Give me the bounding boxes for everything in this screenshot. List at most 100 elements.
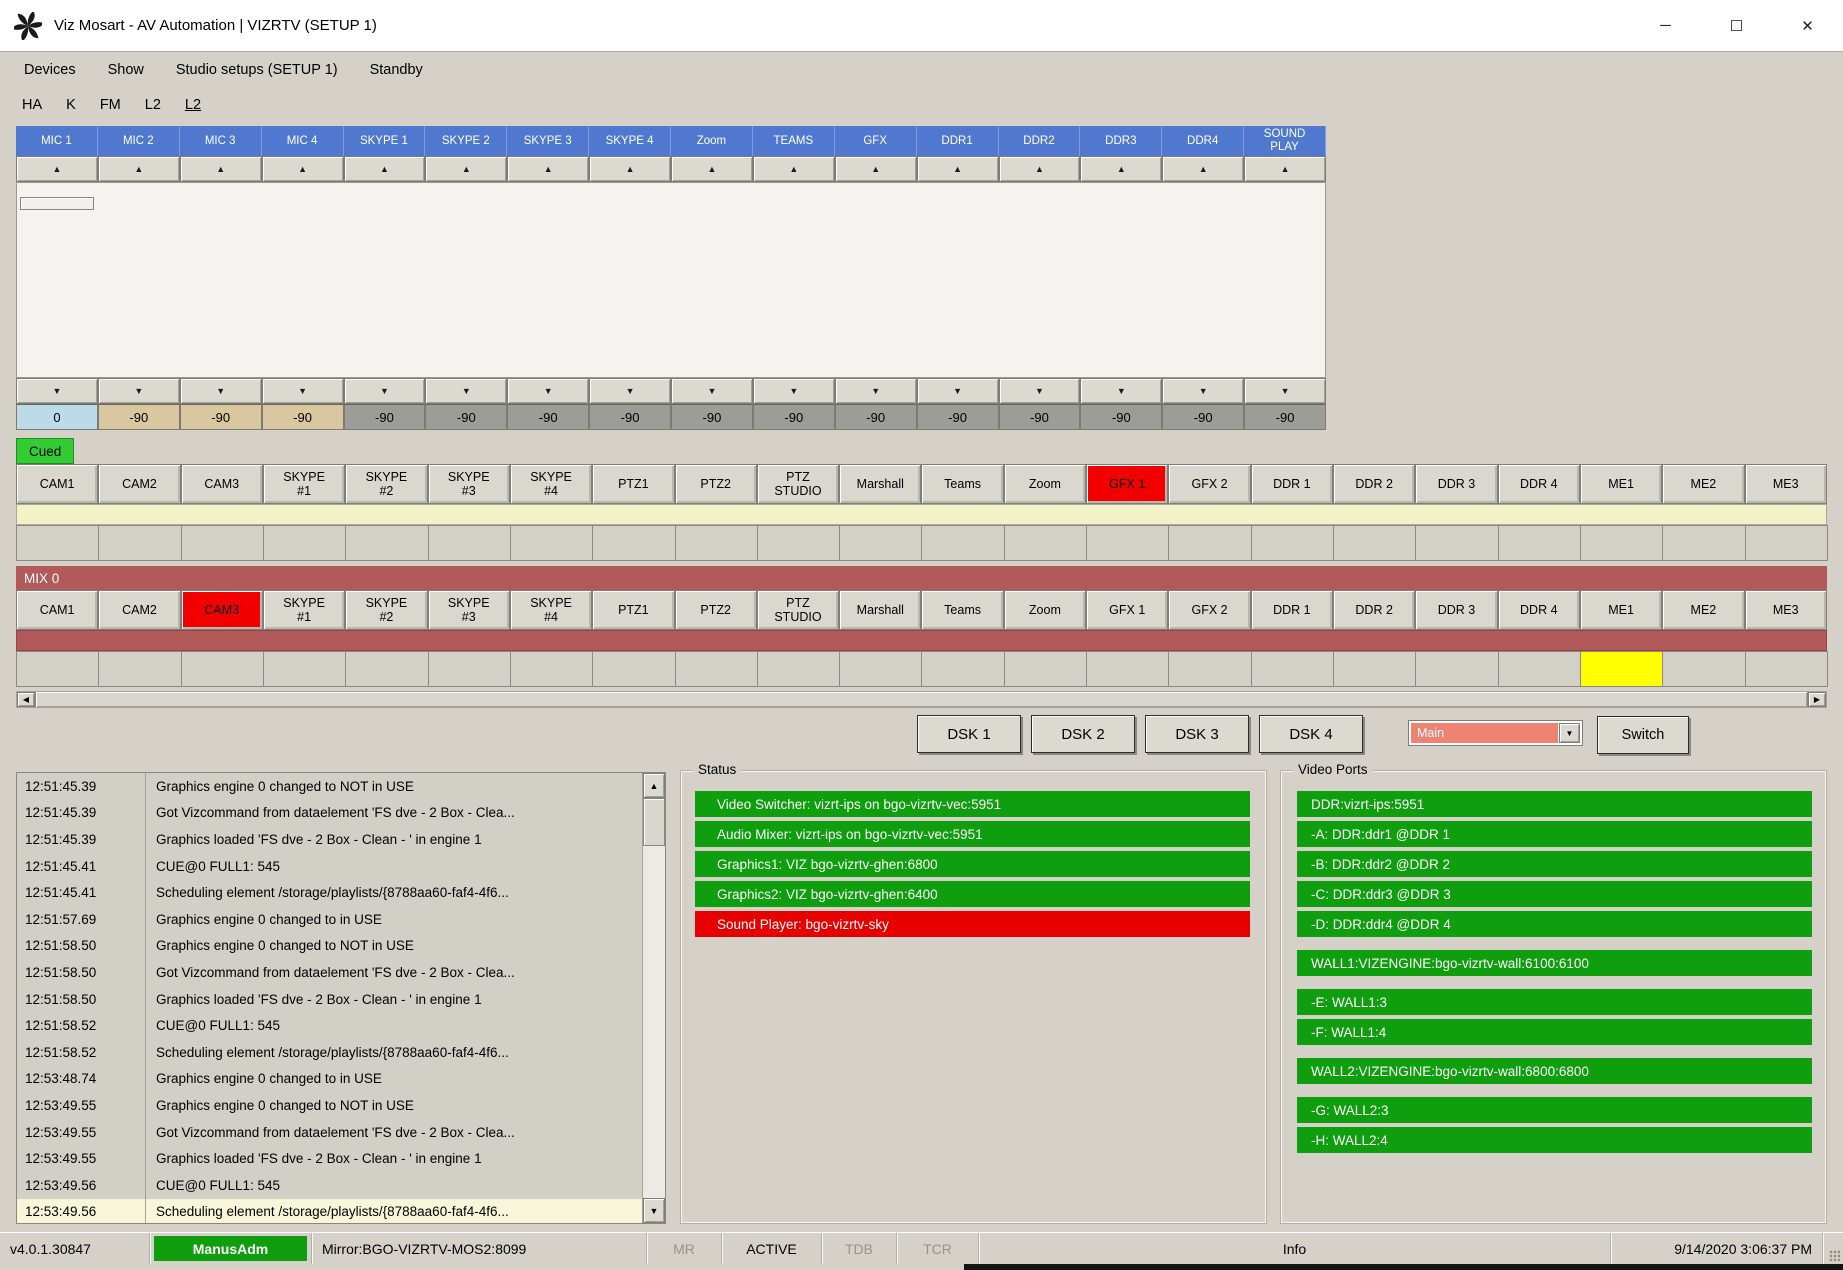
- fader-up-button[interactable]: ▲: [262, 156, 344, 182]
- fader-up-button[interactable]: ▲: [507, 156, 589, 182]
- shortcut-k[interactable]: K: [66, 97, 76, 113]
- fader-up-button[interactable]: ▲: [1080, 156, 1162, 182]
- source-button-cam1[interactable]: CAM1: [16, 590, 98, 630]
- dsk-button-dsk-4[interactable]: DSK 4: [1259, 715, 1363, 753]
- resize-grip[interactable]: [1823, 1233, 1843, 1264]
- dsk-button-dsk-2[interactable]: DSK 2: [1031, 715, 1135, 753]
- log-row[interactable]: 12:53:49.56CUE@0 FULL1: 545: [17, 1172, 642, 1199]
- source-button-cam2[interactable]: CAM2: [98, 464, 180, 504]
- fader-track[interactable]: [671, 183, 753, 377]
- source-button-marshall[interactable]: Marshall: [839, 464, 921, 504]
- fader-down-button[interactable]: ▼: [1244, 378, 1326, 404]
- shortcut-ha[interactable]: HA: [22, 97, 42, 113]
- log-row[interactable]: 12:51:45.41CUE@0 FULL1: 545: [17, 853, 642, 880]
- fader-track[interactable]: [589, 183, 671, 377]
- fader-track[interactable]: [262, 183, 344, 377]
- scroll-right-icon[interactable]: ▶: [1808, 692, 1826, 707]
- switch-button[interactable]: Switch: [1597, 716, 1689, 754]
- source-button-gfx-1[interactable]: GFX 1: [1086, 590, 1168, 630]
- horizontal-scrollbar-thumb[interactable]: [35, 692, 1808, 707]
- fader-track[interactable]: [1080, 183, 1162, 377]
- fader-down-button[interactable]: ▼: [262, 378, 344, 404]
- log-scrollbar[interactable]: ▲ ▼: [642, 773, 665, 1223]
- source-button-teams[interactable]: Teams: [921, 464, 1003, 504]
- fader-down-button[interactable]: ▼: [1162, 378, 1244, 404]
- source-button-ddr-4[interactable]: DDR 4: [1498, 464, 1580, 504]
- dsk-button-dsk-1[interactable]: DSK 1: [917, 715, 1021, 753]
- source-button-me2[interactable]: ME2: [1662, 590, 1744, 630]
- fader-down-button[interactable]: ▼: [753, 378, 835, 404]
- fader-track[interactable]: [1243, 183, 1325, 377]
- source-button-cam2[interactable]: CAM2: [98, 590, 180, 630]
- close-icon[interactable]: ✕: [1772, 0, 1843, 51]
- fader-track[interactable]: [344, 183, 426, 377]
- minimize-icon[interactable]: ─: [1630, 0, 1701, 51]
- fader-up-button[interactable]: ▲: [835, 156, 917, 182]
- source-button-ptz1[interactable]: PTZ1: [592, 464, 674, 504]
- source-button-ddr-2[interactable]: DDR 2: [1333, 590, 1415, 630]
- log-row[interactable]: 12:51:57.69Graphics engine 0 changed to …: [17, 906, 642, 933]
- source-button-skype-1[interactable]: SKYPE #1: [263, 590, 345, 630]
- log-row[interactable]: 12:51:45.39Got Vizcommand from dataeleme…: [17, 800, 642, 827]
- log-row[interactable]: 12:51:45.39Graphics engine 0 changed to …: [17, 773, 642, 800]
- menu-item-devices[interactable]: Devices: [8, 52, 92, 88]
- log-row[interactable]: 12:51:58.50Graphics engine 0 changed to …: [17, 933, 642, 960]
- log-row[interactable]: 12:51:58.52Scheduling element /storage/p…: [17, 1039, 642, 1066]
- source-button-zoom[interactable]: Zoom: [1004, 464, 1086, 504]
- source-button-ddr-3[interactable]: DDR 3: [1415, 464, 1497, 504]
- fader-up-button[interactable]: ▲: [753, 156, 835, 182]
- fader-up-button[interactable]: ▲: [589, 156, 671, 182]
- source-button-ptz2[interactable]: PTZ2: [675, 590, 757, 630]
- scroll-left-icon[interactable]: ◀: [17, 692, 35, 707]
- fader-down-button[interactable]: ▼: [425, 378, 507, 404]
- log-scrollbar-thumb[interactable]: [643, 798, 665, 846]
- source-button-ptz1[interactable]: PTZ1: [592, 590, 674, 630]
- fader-track[interactable]: [181, 183, 263, 377]
- fader-track[interactable]: [508, 183, 590, 377]
- source-button-zoom[interactable]: Zoom: [1004, 590, 1086, 630]
- fader-down-button[interactable]: ▼: [1080, 378, 1162, 404]
- source-button-cam1[interactable]: CAM1: [16, 464, 98, 504]
- fader-track[interactable]: [835, 183, 917, 377]
- shortcut-l2[interactable]: L2: [185, 97, 201, 113]
- source-button-skype-3[interactable]: SKYPE #3: [428, 464, 510, 504]
- transition-select[interactable]: Main ▼: [1408, 720, 1583, 746]
- source-button-skype-2[interactable]: SKYPE #2: [345, 464, 427, 504]
- fader-down-button[interactable]: ▼: [835, 378, 917, 404]
- fader-up-button[interactable]: ▲: [1162, 156, 1244, 182]
- source-button-cam3[interactable]: CAM3: [181, 590, 263, 630]
- fader-track[interactable]: [99, 183, 181, 377]
- fader-track[interactable]: [426, 183, 508, 377]
- scroll-down-icon[interactable]: ▼: [643, 1198, 665, 1223]
- fader-up-button[interactable]: ▲: [16, 156, 98, 182]
- fader-track[interactable]: [916, 183, 998, 377]
- chevron-down-icon[interactable]: ▼: [1559, 723, 1580, 743]
- log-row[interactable]: 12:53:48.74Graphics engine 0 changed to …: [17, 1066, 642, 1093]
- fader-down-button[interactable]: ▼: [671, 378, 753, 404]
- source-button-ddr-1[interactable]: DDR 1: [1251, 464, 1333, 504]
- fader-up-button[interactable]: ▲: [180, 156, 262, 182]
- menu-item-studio-setups-setup-1[interactable]: Studio setups (SETUP 1): [160, 52, 354, 88]
- fader-up-button[interactable]: ▲: [999, 156, 1081, 182]
- menu-item-show[interactable]: Show: [92, 52, 160, 88]
- source-button-ddr-4[interactable]: DDR 4: [1498, 590, 1580, 630]
- source-button-me3[interactable]: ME3: [1745, 590, 1827, 630]
- source-button-ptz-studio[interactable]: PTZ STUDIO: [757, 590, 839, 630]
- log-scrollbar-track[interactable]: [643, 846, 665, 1198]
- dsk-button-dsk-3[interactable]: DSK 3: [1145, 715, 1249, 753]
- fader-down-button[interactable]: ▼: [16, 378, 98, 404]
- horizontal-scrollbar[interactable]: ◀ ▶: [16, 691, 1827, 708]
- fader-down-button[interactable]: ▼: [344, 378, 426, 404]
- source-button-skype-4[interactable]: SKYPE #4: [510, 464, 592, 504]
- fader-up-button[interactable]: ▲: [98, 156, 180, 182]
- source-button-ddr-3[interactable]: DDR 3: [1415, 590, 1497, 630]
- log-row[interactable]: 12:53:49.55Graphics engine 0 changed to …: [17, 1092, 642, 1119]
- fader-track[interactable]: [17, 183, 99, 377]
- source-button-ddr-2[interactable]: DDR 2: [1333, 464, 1415, 504]
- fader-up-button[interactable]: ▲: [344, 156, 426, 182]
- log-row[interactable]: 12:51:58.50Graphics loaded 'FS dve - 2 B…: [17, 986, 642, 1013]
- source-button-me3[interactable]: ME3: [1745, 464, 1827, 504]
- fader-down-button[interactable]: ▼: [507, 378, 589, 404]
- fader-up-button[interactable]: ▲: [917, 156, 999, 182]
- fader-up-button[interactable]: ▲: [425, 156, 507, 182]
